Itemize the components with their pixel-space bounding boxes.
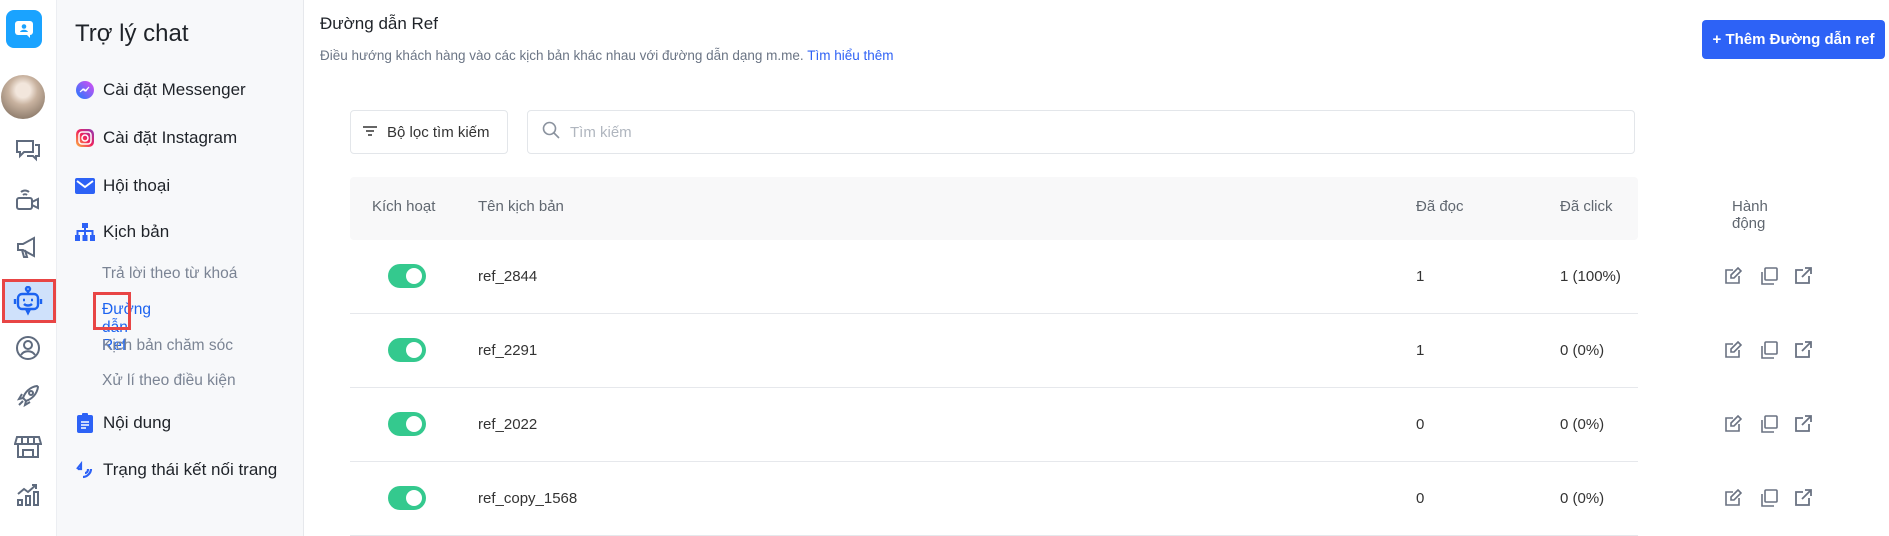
sidebar-item-content[interactable]: Nội dung [75, 413, 171, 433]
app-logo-icon[interactable] [6, 10, 42, 48]
description-text: Điều hướng khách hàng vào các kịch bản k… [320, 48, 804, 63]
page-title: Đường dẫn Ref [320, 14, 438, 33]
filter-label: Bộ lọc tìm kiếm [387, 123, 490, 141]
instagram-icon [75, 128, 95, 148]
sidebar-item-label: Hội thoại [103, 176, 171, 195]
read-count: 0 [1416, 490, 1425, 507]
connection-icon [75, 460, 95, 480]
active-toggle[interactable] [388, 486, 426, 510]
table-row: ref_2291 1 0 (0%) [350, 314, 1812, 388]
sidebar-subitem-ref-link[interactable]: Đường dẫn Ref [93, 292, 151, 354]
add-ref-link-button[interactable]: + Thêm Đường dẫn ref [1702, 20, 1885, 59]
table-row: ref_copy_1568 0 0 (0%) [350, 462, 1812, 536]
col-actions: Hành động [1732, 198, 1768, 232]
table-row: ref_2844 1 1 (100%) [350, 240, 1812, 314]
messenger-icon [75, 80, 95, 100]
click-count: 0 (0%) [1560, 416, 1605, 433]
col-active: Kích hoạt [372, 198, 436, 215]
copy-icon[interactable] [1760, 267, 1780, 287]
script-name: ref_2844 [478, 268, 538, 285]
sidebar-item-label: Nội dung [103, 413, 172, 432]
filter-icon [363, 124, 377, 141]
edit-icon[interactable] [1724, 414, 1744, 435]
sidebar-item-conversations[interactable]: Hội thoại [75, 176, 170, 196]
sitemap-icon [75, 222, 95, 242]
search-placeholder: Tìm kiếm [570, 123, 632, 141]
megaphone-icon[interactable] [8, 230, 48, 266]
open-link-icon[interactable] [1794, 341, 1814, 361]
rocket-icon[interactable] [8, 378, 48, 414]
sidebar-item-messenger[interactable]: Cài đặt Messenger [75, 80, 246, 100]
search-icon [542, 121, 560, 143]
clipboard-icon [75, 413, 95, 433]
sidebar-title: Trợ lý chat [75, 20, 189, 47]
edit-icon[interactable] [1724, 266, 1744, 287]
click-count: 0 (0%) [1560, 490, 1605, 507]
sidebar-item-label: Kịch bản [103, 222, 170, 241]
open-link-icon[interactable] [1794, 489, 1814, 509]
col-clicked: Đã click [1560, 198, 1613, 215]
read-count: 1 [1416, 268, 1425, 285]
sidebar-item-instagram[interactable]: Cài đặt Instagram [75, 128, 237, 148]
copy-icon[interactable] [1760, 341, 1780, 361]
active-toggle[interactable] [388, 338, 426, 362]
sidebar-item-label: Cài đặt Messenger [103, 80, 246, 99]
click-count: 1 (100%) [1560, 268, 1621, 285]
user-icon[interactable] [8, 330, 48, 366]
read-count: 1 [1416, 342, 1425, 359]
script-name: ref_2291 [478, 342, 538, 359]
sidebar-subitem-keyword-reply[interactable]: Trả lời theo từ khoá [102, 265, 237, 283]
script-name: ref_copy_1568 [478, 490, 578, 507]
chat-icon[interactable] [8, 132, 48, 168]
table-row: ref_2022 0 0 (0%) [350, 388, 1812, 462]
search-filter-button[interactable]: Bộ lọc tìm kiếm [350, 110, 508, 154]
sidebar: Trợ lý chat Cài đặt Messenger Cài đặt In… [57, 0, 304, 536]
store-icon[interactable] [8, 429, 48, 465]
edit-icon[interactable] [1724, 340, 1744, 361]
edit-icon[interactable] [1724, 488, 1744, 509]
main-content: Đường dẫn Ref Điều hướng khách hàng vào … [304, 0, 1889, 536]
avatar[interactable] [1, 75, 45, 119]
search-input[interactable]: Tìm kiếm [527, 110, 1635, 154]
sidebar-item-label: Cài đặt Instagram [103, 128, 238, 147]
sidebar-item-label: Trạng thái kết nối trang [103, 460, 278, 479]
livestream-icon[interactable] [8, 181, 48, 217]
learn-more-link[interactable]: Tìm hiểu thêm [807, 48, 893, 63]
mail-icon [75, 176, 95, 196]
script-name: ref_2022 [478, 416, 538, 433]
robot-icon[interactable] [8, 283, 48, 319]
read-count: 0 [1416, 416, 1425, 433]
col-script-name: Tên kịch bản [478, 198, 564, 215]
click-count: 0 (0%) [1560, 342, 1605, 359]
sidebar-item-connection-status[interactable]: Trạng thái kết nối trang [75, 460, 277, 480]
sidebar-subitem-conditional[interactable]: Xử lí theo điều kiện [102, 372, 236, 390]
sidebar-item-scripts[interactable]: Kịch bản [75, 222, 169, 242]
page-description: Điều hướng khách hàng vào các kịch bản k… [320, 48, 893, 63]
copy-icon[interactable] [1760, 489, 1780, 509]
active-toggle[interactable] [388, 264, 426, 288]
open-link-icon[interactable] [1794, 267, 1814, 287]
copy-icon[interactable] [1760, 415, 1780, 435]
col-read: Đã đọc [1416, 198, 1464, 215]
sidebar-subitem-care-script[interactable]: Kịch bản chăm sóc [102, 337, 233, 355]
table-header: Kích hoạt Tên kịch bản Đã đọc Đã click H… [350, 177, 1768, 240]
active-toggle[interactable] [388, 412, 426, 436]
chart-icon[interactable] [8, 477, 48, 513]
open-link-icon[interactable] [1794, 415, 1814, 435]
app-rail [0, 0, 57, 536]
